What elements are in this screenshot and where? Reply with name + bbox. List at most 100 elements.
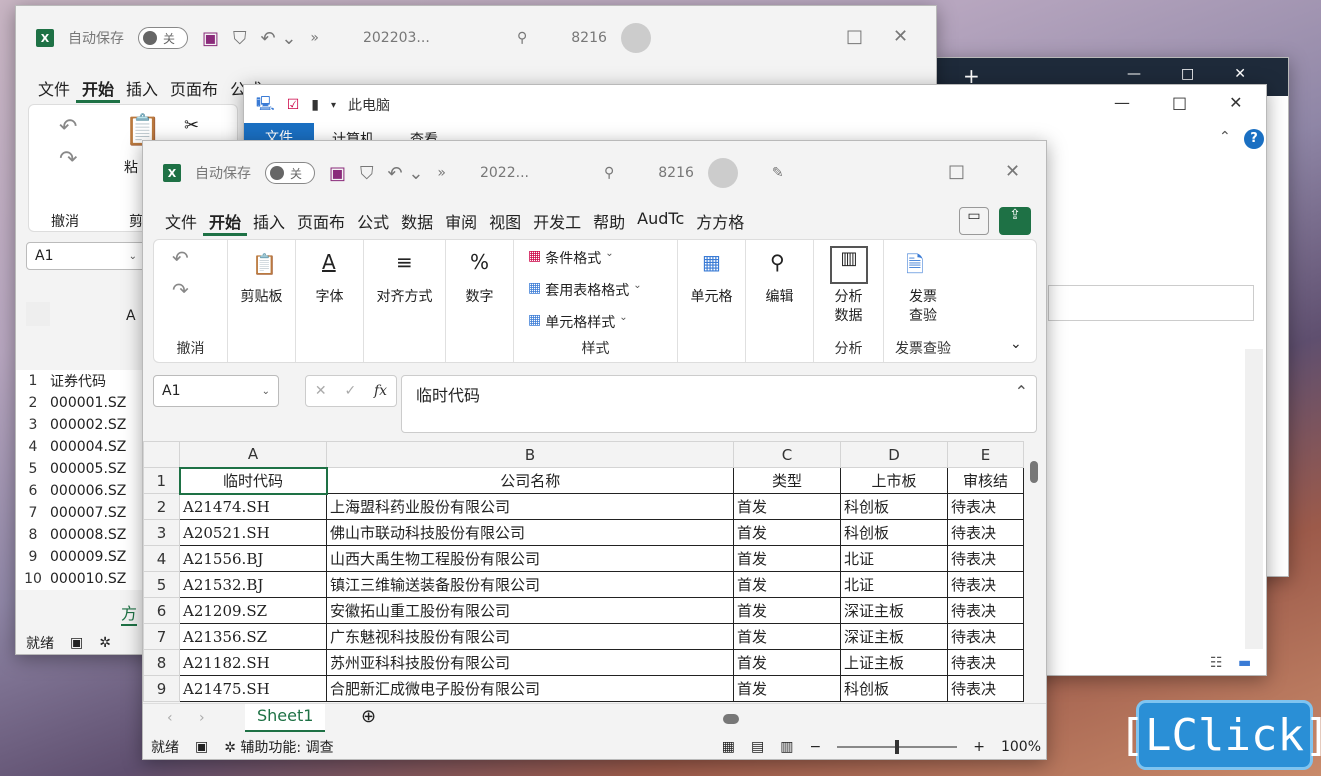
maximize-icon[interactable]: □ — [1172, 93, 1187, 112]
cell[interactable]: 首发 — [733, 545, 841, 572]
cell[interactable]: 首发 — [733, 649, 841, 676]
confirm-icon[interactable]: ✓ — [344, 383, 356, 399]
add-sheet-icon[interactable]: ⊕ — [361, 706, 376, 727]
cell[interactable]: 待表决 — [947, 545, 1024, 572]
cell[interactable]: 审核结 — [947, 467, 1024, 494]
font-group[interactable]: A 字体 — [296, 240, 364, 362]
save-icon[interactable]: ▣ — [202, 28, 219, 49]
row-header[interactable]: 1 — [143, 467, 180, 494]
normal-view-icon[interactable]: ▦ — [722, 739, 735, 755]
cell[interactable]: 待表决 — [947, 675, 1024, 702]
row-header[interactable]: 6 — [143, 597, 180, 624]
filter-icon[interactable]: ⛉ — [233, 28, 247, 49]
cell[interactable]: 北证 — [840, 545, 948, 572]
cell[interactable]: 科创板 — [840, 493, 948, 520]
restore-icon[interactable]: □ — [846, 26, 863, 47]
ribbon-expand-icon[interactable]: ⌄ — [1010, 336, 1022, 352]
front-namebox[interactable]: A1 ⌄ — [153, 375, 279, 407]
menu-item[interactable]: 文件 — [32, 76, 76, 103]
undo-icon[interactable]: ↶ ⌄ — [388, 163, 424, 184]
row-header[interactable]: 9 — [143, 675, 180, 702]
cell[interactable]: 科创板 — [840, 675, 948, 702]
col-header-a[interactable]: A — [126, 308, 136, 324]
cell[interactable]: 北证 — [840, 571, 948, 598]
cell[interactable]: 深证主板 — [840, 623, 948, 650]
cell-style-button[interactable]: ▦ 单元格样式 ⌄ — [528, 312, 628, 332]
menu-item[interactable]: 插入 — [120, 76, 164, 103]
col-header[interactable]: B — [326, 441, 734, 468]
sheet-tab[interactable]: Sheet1 — [245, 704, 326, 732]
search-icon[interactable]: ⚲ — [604, 165, 614, 181]
vertical-scrollbar[interactable] — [1027, 443, 1041, 701]
menu-item[interactable]: 公式 — [351, 209, 395, 236]
cell[interactable]: 临时代码 — [178, 466, 328, 495]
cell[interactable]: A21474.SH — [179, 493, 327, 520]
formula-bar[interactable]: 临时代码 ⌃ — [401, 375, 1037, 433]
accessibility-icon[interactable]: ✲ — [99, 635, 111, 651]
analyze-label-1[interactable]: 分析 — [814, 288, 883, 307]
cell[interactable]: A21532.BJ — [179, 571, 327, 598]
explorer-search-box[interactable] — [1048, 285, 1254, 321]
menu-item[interactable]: 方方格 — [690, 209, 750, 236]
row-header[interactable]: 4 — [143, 545, 180, 572]
cell[interactable]: 首发 — [733, 519, 841, 546]
cell[interactable]: 公司名称 — [326, 467, 734, 494]
cells-group[interactable]: ▦ 单元格 — [678, 240, 746, 362]
cut-icon[interactable]: ✂ — [184, 115, 199, 136]
page-break-icon[interactable]: ▥ — [780, 739, 793, 755]
cell[interactable]: 佛山市联动科技股份有限公司 — [326, 519, 734, 546]
menu-item[interactable]: AudTc — [631, 209, 690, 236]
collapse-formula-icon[interactable]: ⌃ — [1015, 382, 1028, 401]
explorer-scrollbar[interactable] — [1245, 349, 1263, 649]
redo-icon[interactable]: ↷ — [172, 278, 189, 302]
filter-icon[interactable]: ⛉ — [360, 163, 374, 184]
cell[interactable]: A21356.SZ — [179, 623, 327, 650]
dropdown-icon[interactable]: ▾ — [331, 100, 336, 111]
cell[interactable]: 首发 — [733, 493, 841, 520]
paste-label[interactable]: 粘 — [124, 157, 138, 177]
help-icon[interactable]: ? — [1244, 129, 1264, 149]
details-view-icon[interactable]: ☷ — [1210, 655, 1223, 671]
more-icon[interactable]: » — [437, 165, 446, 181]
row-header[interactable]: 3 — [143, 519, 180, 546]
zoom-in-icon[interactable]: + — [973, 739, 985, 755]
macro-icon[interactable]: ▣ — [195, 739, 208, 755]
autosave-toggle[interactable]: 关 — [265, 162, 315, 184]
clipboard-group[interactable]: 📋 剪贴板 — [228, 240, 296, 362]
redo-icon[interactable]: ↷ — [59, 147, 77, 172]
more-icon[interactable]: » — [310, 30, 319, 46]
accessibility-status[interactable]: ✲ 辅助功能: 调查 — [224, 737, 333, 757]
folder-icon[interactable]: ▮ — [311, 97, 319, 113]
row-header[interactable]: 2 — [143, 493, 180, 520]
menu-item[interactable]: 页面布 — [291, 209, 351, 236]
zoom-out-icon[interactable]: − — [810, 739, 822, 755]
number-group[interactable]: % 数字 — [446, 240, 514, 362]
close-icon[interactable]: ✕ — [1234, 66, 1246, 82]
invoice-label-1[interactable]: 发票 — [884, 288, 962, 307]
cell[interactable]: 上市板 — [840, 467, 948, 494]
cell[interactable]: 待表决 — [947, 623, 1024, 650]
close-icon[interactable]: ✕ — [1005, 161, 1020, 182]
col-header[interactable]: D — [840, 441, 948, 468]
select-all[interactable] — [26, 302, 50, 326]
cell[interactable]: 首发 — [733, 597, 841, 624]
save-icon[interactable]: ▣ — [329, 163, 346, 184]
table-format-button[interactable]: ▦ 套用表格格式 ⌄ — [528, 280, 642, 300]
next-sheet-icon[interactable]: › — [199, 710, 205, 726]
cell[interactable]: 广东魅视科技股份有限公司 — [326, 623, 734, 650]
undo-icon[interactable]: ↶ — [172, 246, 189, 270]
page-layout-icon[interactable]: ▤ — [751, 739, 764, 755]
invoice-icon[interactable]: 🗎 — [906, 248, 924, 286]
cancel-icon[interactable]: ✕ — [315, 383, 327, 399]
cell[interactable]: 山西大禹生物工程股份有限公司 — [326, 545, 734, 572]
row-header[interactable]: 8 — [143, 649, 180, 676]
invoice-label-2[interactable]: 查验 — [884, 307, 962, 326]
comment-icon[interactable]: ▭ — [959, 207, 989, 235]
cell[interactable]: 待表决 — [947, 649, 1024, 676]
minimize-icon[interactable]: — — [1114, 93, 1130, 112]
avatar[interactable] — [620, 23, 651, 53]
fx-icon[interactable]: fx — [374, 383, 387, 399]
cell[interactable]: A21182.SH — [179, 649, 327, 676]
designer-icon[interactable]: ✎ — [772, 165, 784, 181]
cell[interactable]: 深证主板 — [840, 597, 948, 624]
